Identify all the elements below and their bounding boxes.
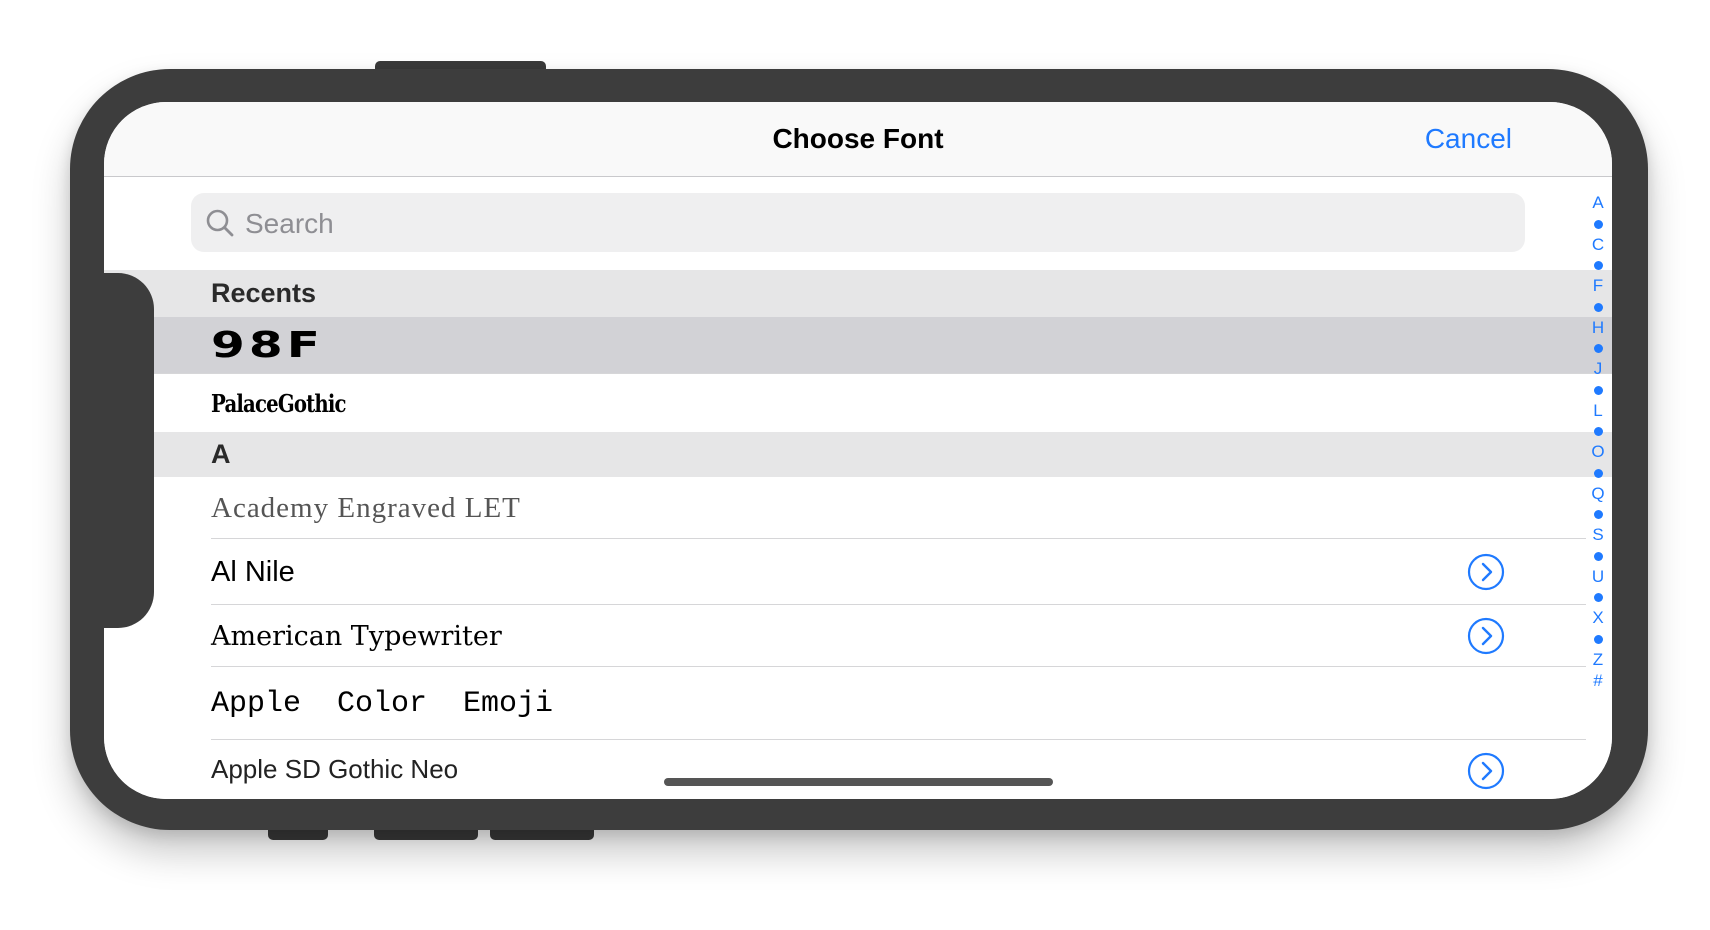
index-letter-l[interactable]: L: [1593, 400, 1602, 422]
font-row-label: Apple SD Gothic Neo: [211, 754, 459, 784]
font-row-apple-sd-gothic-neo[interactable]: Apple SD Gothic Neo: [104, 740, 1612, 799]
page-title: Choose Font: [772, 123, 944, 154]
font-picker-screen: Choose Font Cancel Recents 98F PalaceGot…: [104, 102, 1612, 799]
index-dot: [1593, 510, 1603, 519]
home-indicator[interactable]: [664, 778, 1053, 786]
index-letter-x[interactable]: X: [1592, 607, 1603, 629]
font-row-label: Academy Engraved LET: [211, 491, 521, 524]
font-list: Recents 98F PalaceGothic A Academy Engra…: [104, 270, 1612, 799]
section-header-a: A: [104, 432, 1612, 477]
search-input[interactable]: [243, 193, 1447, 254]
chevron-right-circle-icon[interactable]: [1467, 617, 1505, 655]
font-row-label: American Typewriter: [211, 620, 502, 652]
index-dot: [1593, 551, 1603, 561]
font-row-label: 98F: [211, 325, 324, 366]
font-row-al-nile[interactable]: Al Nile: [104, 539, 1612, 605]
section-header-recents: Recents: [104, 270, 1612, 317]
index-letter-u[interactable]: U: [1592, 566, 1604, 588]
index-letter-s[interactable]: S: [1592, 524, 1603, 546]
index-dot: [1593, 302, 1603, 312]
index-dot: [1593, 219, 1603, 229]
navigation-bar: Choose Font Cancel: [104, 102, 1612, 177]
font-row-apple-color-emoji[interactable]: Apple Color Emoji: [104, 667, 1612, 740]
search-field[interactable]: [191, 193, 1525, 254]
index-letter-a[interactable]: A: [1592, 192, 1603, 214]
index-letter-j[interactable]: J: [1594, 358, 1603, 380]
font-row-american-typewriter[interactable]: American Typewriter: [104, 605, 1612, 667]
font-row-label: Al Nile: [211, 555, 295, 588]
chevron-right-circle-icon[interactable]: [1467, 752, 1505, 790]
index-dot: [1593, 344, 1603, 353]
index-letter-z[interactable]: Z: [1593, 649, 1603, 671]
index-dot: [1593, 261, 1603, 270]
index-letter-q[interactable]: Q: [1591, 483, 1604, 505]
index-letter-f[interactable]: F: [1593, 275, 1603, 297]
font-row-palacegothic[interactable]: PalaceGothic: [104, 374, 1612, 432]
sensor-housing-notch: [104, 273, 154, 628]
index-letter-hash[interactable]: #: [1593, 670, 1602, 692]
chevron-right-circle-icon[interactable]: [1467, 553, 1505, 591]
search-icon: [206, 209, 234, 237]
font-row-label: Apple Color Emoji: [211, 686, 554, 721]
index-dot: [1593, 634, 1603, 644]
search-bar: [104, 177, 1612, 271]
section-index-bar[interactable]: A C F H J L O Q S U X Z #: [1586, 192, 1610, 692]
font-row-academy-engraved-let[interactable]: Academy Engraved LET: [104, 477, 1612, 539]
index-dot: [1593, 427, 1603, 436]
font-row-98f[interactable]: 98F: [104, 317, 1612, 374]
index-letter-o[interactable]: O: [1591, 441, 1604, 463]
index-dot: [1593, 468, 1603, 478]
index-dot: [1593, 593, 1603, 602]
cancel-button[interactable]: Cancel: [1425, 102, 1512, 176]
font-row-label: PalaceGothic: [211, 388, 347, 418]
index-dot: [1593, 385, 1603, 395]
index-letter-h[interactable]: H: [1592, 317, 1604, 339]
index-letter-c[interactable]: C: [1592, 234, 1604, 256]
